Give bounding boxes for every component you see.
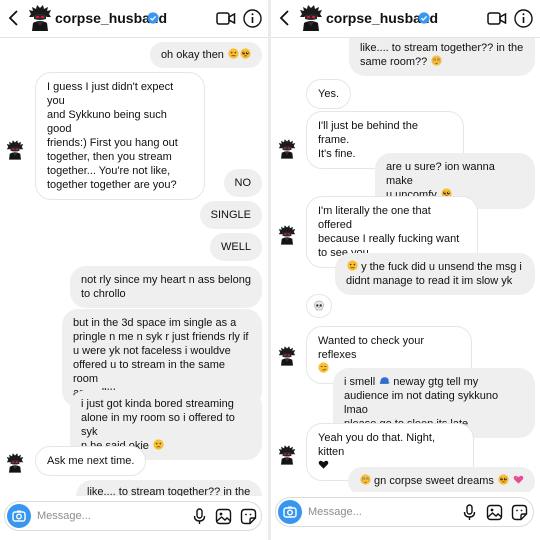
flushed-face-emoji-icon <box>360 474 371 485</box>
message-text: WELL <box>221 241 251 253</box>
sender-avatar[interactable] <box>6 140 24 160</box>
message-text: Yeah you do that. Night, kitten <box>318 432 436 458</box>
cap-emoji-icon <box>379 375 390 386</box>
video-call-icon[interactable] <box>216 11 236 26</box>
message-text: Yes. <box>318 88 340 100</box>
sad-face-emoji-icon <box>153 439 164 450</box>
microphone-icon[interactable] <box>191 508 208 525</box>
header-avatar[interactable] <box>299 5 323 31</box>
neutral-face-emoji-icon <box>347 260 358 271</box>
camera-icon <box>283 506 297 518</box>
message-bubble-incoming[interactable] <box>306 294 332 318</box>
info-icon[interactable] <box>243 9 262 28</box>
gallery-icon[interactable] <box>215 508 232 525</box>
verified-badge-icon <box>418 12 430 24</box>
video-call-icon[interactable] <box>487 11 507 26</box>
message-bubble-outgoing[interactable]: NO <box>223 169 262 197</box>
sender-avatar[interactable] <box>278 225 296 245</box>
message-bubble-incoming[interactable]: Yes. <box>306 79 352 109</box>
message-input[interactable]: Message... <box>37 510 91 522</box>
composer-box: Message... <box>4 501 262 531</box>
message-bubble-outgoing[interactable]: like.... to stream together?? in the sam… <box>349 38 535 76</box>
message-text: SINGLE <box>210 209 251 221</box>
sender-avatar[interactable] <box>6 453 24 473</box>
chat-header: corpse_husband <box>271 0 540 38</box>
pleading-face-emoji-icon <box>498 474 509 485</box>
black-heart-emoji-icon <box>318 459 329 470</box>
sender-avatar[interactable] <box>278 445 296 465</box>
neutral-face-emoji-icon <box>228 48 239 59</box>
message-text: i smell <box>344 376 376 388</box>
message-composer: Message... <box>0 496 268 540</box>
message-text: not rly since my heart n ass belong to c… <box>81 274 251 300</box>
flushed-face-emoji-icon <box>431 55 442 66</box>
verified-badge-icon <box>147 12 159 24</box>
right-chat-panel: corpse_husband like.... to stream togeth… <box>271 0 540 540</box>
message-text: oh okay then <box>160 49 224 61</box>
sticker-icon[interactable] <box>240 508 257 525</box>
header-avatar[interactable] <box>28 5 52 31</box>
message-bubble-outgoing[interactable]: SINGLE <box>199 201 262 229</box>
message-bubble-outgoing[interactable]: gn corpse sweet dreams <box>347 467 535 495</box>
sender-avatar[interactable] <box>278 139 296 159</box>
message-text: gn corpse sweet dreams <box>370 475 497 487</box>
message-bubble-outgoing[interactable]: y the fuck did u unsend the msg i didnt … <box>335 253 535 295</box>
camera-button[interactable] <box>278 500 302 524</box>
message-text: I guess I just didn't expect you and Syk… <box>47 81 178 191</box>
message-text: Ask me next time. <box>47 455 135 467</box>
back-chevron-icon[interactable] <box>277 8 293 28</box>
gallery-icon[interactable] <box>486 504 503 521</box>
message-bubble-outgoing[interactable]: oh okay then <box>149 42 262 68</box>
camera-button[interactable] <box>7 504 31 528</box>
message-text: I'm literally the one that offered becau… <box>318 205 460 259</box>
smirk-face-emoji-icon <box>318 362 329 373</box>
camera-icon <box>12 510 26 522</box>
sticker-icon[interactable] <box>511 504 528 521</box>
message-text: but in the 3d space im single as a pring… <box>73 317 249 399</box>
skull-emoji-icon <box>313 300 325 312</box>
message-text: Wanted to check your reflexes <box>318 335 424 361</box>
left-chat-panel: corpse_husband oh okay then I guess I ju… <box>0 0 268 540</box>
pink-heart-emoji-icon <box>513 474 524 485</box>
microphone-icon[interactable] <box>461 504 478 521</box>
message-bubble-outgoing[interactable]: WELL <box>210 233 262 261</box>
message-text: NO <box>234 177 252 189</box>
chat-header: corpse_husband <box>0 0 268 38</box>
message-input[interactable]: Message... <box>308 506 362 518</box>
message-bubble-incoming[interactable]: I guess I just didn't expect you and Syk… <box>35 72 205 200</box>
message-bubble-outgoing[interactable]: not rly since my heart n ass belong to c… <box>70 266 262 308</box>
pleading-face-emoji-icon <box>240 48 251 59</box>
info-icon[interactable] <box>514 9 533 28</box>
message-text: y the fuck did u unsend the msg i didnt … <box>346 261 522 287</box>
message-bubble-incoming[interactable]: Ask me next time. <box>35 446 147 476</box>
sender-avatar[interactable] <box>278 346 296 366</box>
back-chevron-icon[interactable] <box>6 8 22 28</box>
composer-box: Message... <box>275 497 534 527</box>
message-composer: Message... <box>271 492 540 536</box>
